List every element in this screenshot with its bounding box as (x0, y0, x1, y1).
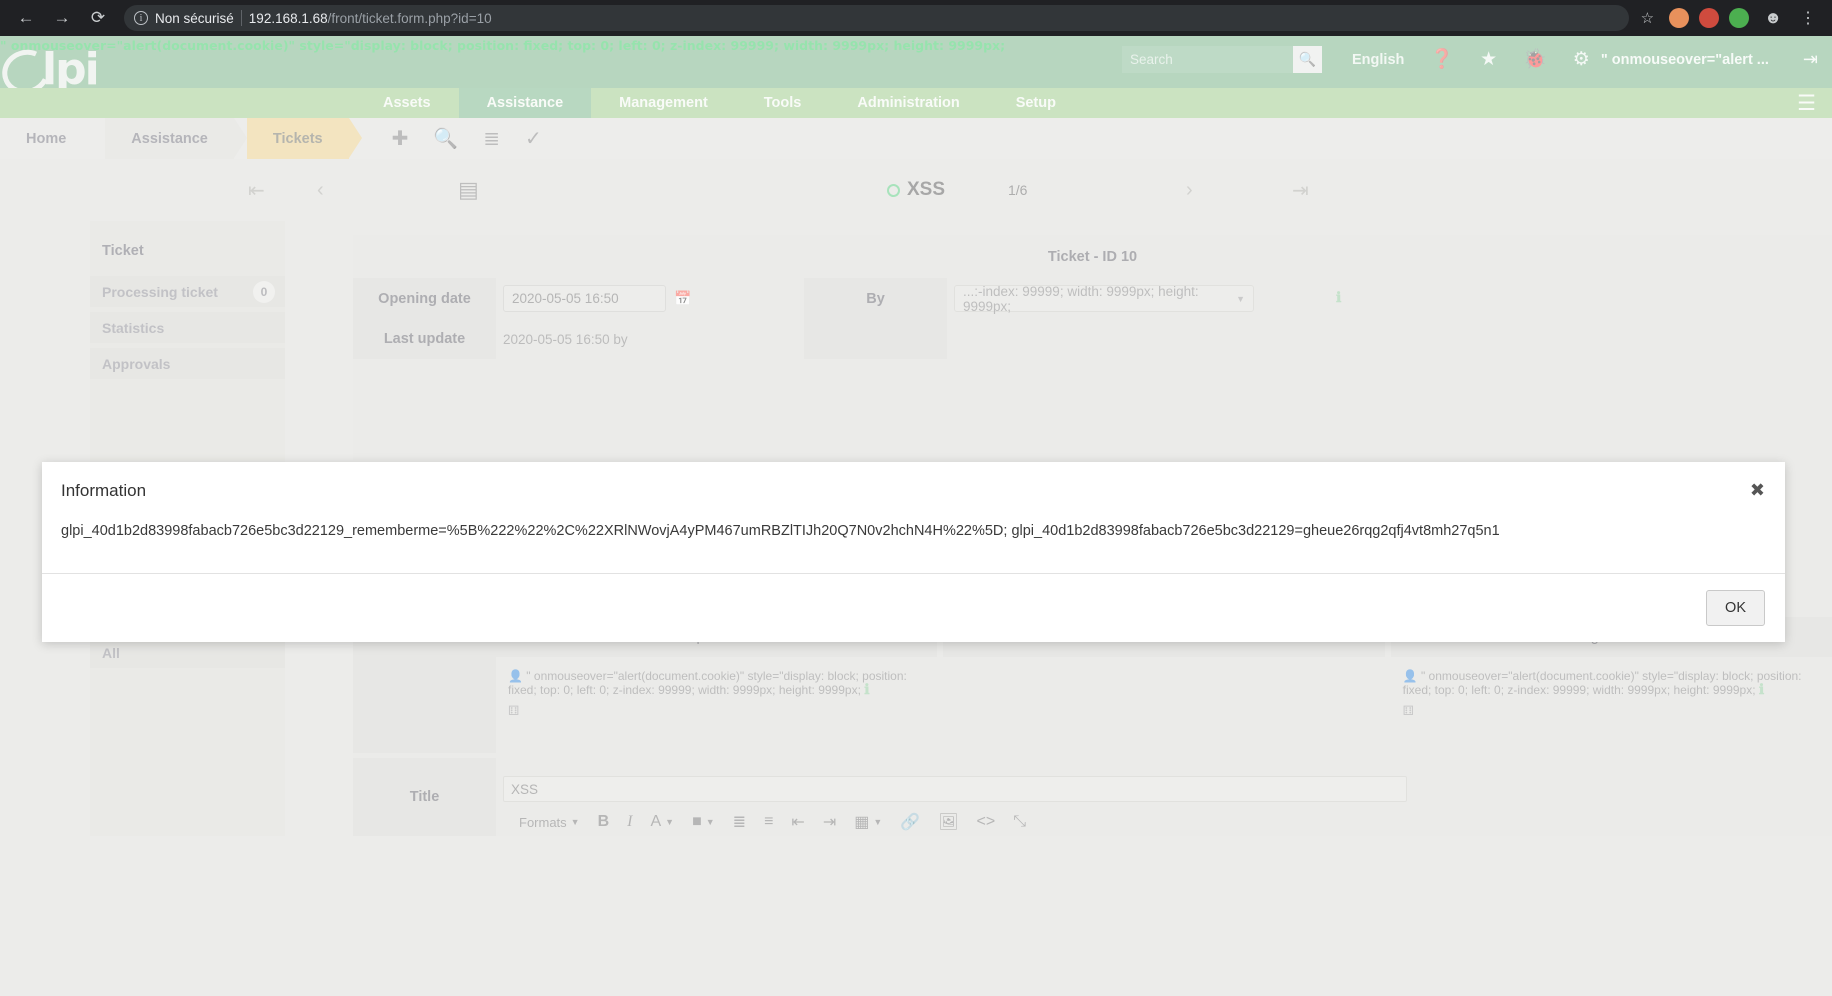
ok-button[interactable]: OK (1706, 590, 1765, 626)
info-icon: i (134, 11, 148, 25)
browser-toolbar: ← → ⟳ i Non sécurisé 192.168.1.68/front/… (0, 0, 1832, 36)
url-text: 192.168.1.68/front/ticket.form.php?id=10 (249, 11, 492, 26)
browser-menu-icon[interactable]: ⋮ (1794, 8, 1822, 28)
browser-forward-button[interactable]: → (46, 2, 78, 34)
address-bar[interactable]: i Non sécurisé 192.168.1.68/front/ticket… (124, 5, 1629, 31)
dialog-footer: OK (42, 574, 1785, 642)
profile-icon[interactable]: ☻ (1756, 8, 1790, 28)
omnibox-divider (240, 10, 242, 26)
url-host: 192.168.1.68 (248, 10, 328, 26)
extension-icon-1[interactable] (1669, 8, 1690, 28)
dialog-message: glpi_40d1b2d83998fabacb726e5bc3d22129_re… (42, 515, 1785, 574)
page-root: " onmouseover="alert(document.cookie)" s… (0, 36, 1832, 996)
information-dialog: Information ✖ glpi_40d1b2d83998fabacb726… (42, 462, 1785, 642)
close-icon[interactable]: ✖ (1750, 480, 1765, 501)
bookmark-star-icon[interactable]: ☆ (1633, 9, 1662, 27)
url-path: /front/ticket.form.php?id=10 (327, 10, 492, 26)
browser-reload-button[interactable]: ⟳ (82, 2, 114, 34)
security-status-label: Non sécurisé (155, 10, 234, 26)
dialog-title: Information (61, 480, 147, 500)
browser-back-button[interactable]: ← (10, 2, 42, 34)
extension-icon-2[interactable] (1699, 8, 1720, 28)
extension-icon-3[interactable] (1729, 8, 1750, 28)
dialog-header: Information ✖ (42, 462, 1785, 515)
